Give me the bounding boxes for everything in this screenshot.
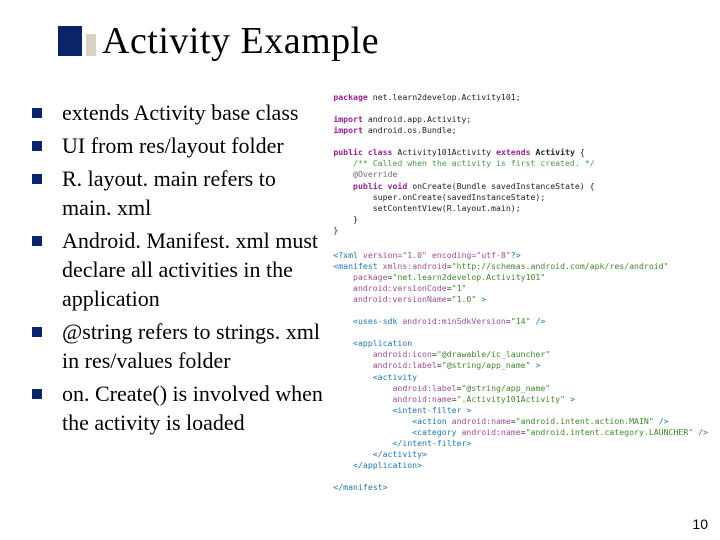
xml-tag: <intent-filter	[392, 405, 461, 415]
code-line: super.onCreate(savedInstanceState);	[373, 192, 546, 202]
xml-tag: ?>	[511, 250, 521, 260]
bullet-list: extends Activity base class UI from res/…	[32, 98, 325, 437]
xml-value: "android.intent.action.MAIN"	[516, 416, 654, 426]
xml-attr: android:name	[462, 427, 521, 437]
xml-attr: package	[353, 272, 388, 282]
xml-attr: android:name	[452, 416, 511, 426]
xml-value: "net.learn2develop.Activity101"	[392, 272, 545, 282]
xml-tag: <category	[412, 427, 456, 437]
xml-tag: </manifest>	[333, 482, 387, 492]
xml-value: "14"	[511, 316, 531, 326]
xml-tag: >	[481, 294, 486, 304]
xml-attr: android:label	[373, 360, 437, 370]
xml-value: "@drawable/ic_launcher"	[437, 349, 550, 359]
import-line: android.app.Activity;	[368, 114, 472, 124]
super-class: Activity	[535, 147, 574, 157]
keyword: extends	[496, 147, 531, 157]
import-line: android.os.Bundle;	[368, 125, 457, 135]
list-item: R. layout. main refers to main. xml	[32, 164, 325, 222]
xml-tag: >	[535, 360, 540, 370]
xml-tag: />	[693, 427, 708, 437]
xml-value: ".Activity101Activity"	[457, 394, 565, 404]
xml-tag: </activity>	[373, 449, 427, 459]
comment: /** Called when the activity is first cr…	[353, 158, 595, 168]
page-number: 10	[692, 516, 708, 532]
slide: Activity Example extends Activity base c…	[0, 0, 720, 540]
keyword: public class	[333, 147, 392, 157]
xml-value: "http://schemas.android.com/apk/res/andr…	[452, 261, 669, 271]
xml-attr: android:name	[392, 394, 451, 404]
list-item: UI from res/layout folder	[32, 131, 325, 160]
xml-tag: />	[654, 416, 669, 426]
bullet-column: extends Activity base class UI from res/…	[10, 92, 331, 510]
keyword: public void	[353, 181, 407, 191]
xml-tag: >	[570, 394, 575, 404]
code-line: setContentView(R.layout.main);	[373, 203, 521, 213]
keyword: package	[333, 92, 368, 102]
xml-tag: />	[531, 316, 546, 326]
annotation: @Override	[353, 169, 397, 179]
code-line: }	[353, 214, 358, 224]
xml-attr: android:versionName	[353, 294, 447, 304]
title-area: Activity Example	[58, 22, 700, 62]
class-name: Activity101Activity	[397, 147, 491, 157]
list-item: @string refers to strings. xml in res/va…	[32, 317, 325, 375]
xml-attr: xmlns:android	[383, 261, 447, 271]
xml-tag: >	[466, 405, 471, 415]
xml-tag: <manifest	[333, 261, 377, 271]
keyword: import	[333, 125, 363, 135]
xml-value: "android.intent.category.LAUNCHER"	[526, 427, 694, 437]
code-column: package net.learn2develop.Activity101; i…	[331, 92, 710, 510]
title-accent2-icon	[86, 34, 96, 56]
xml-tag: </intent-filter>	[392, 438, 471, 448]
list-item: Android. Manifest. xml must declare all …	[32, 226, 325, 313]
xml-attr: android:versionCode	[353, 283, 447, 293]
xml-attr: android:icon	[373, 349, 432, 359]
body-columns: extends Activity base class UI from res/…	[10, 92, 710, 510]
xml-tag: <activity	[373, 372, 417, 382]
xml-value: "1.0"	[452, 294, 477, 304]
xml-value: "@string/app_name"	[462, 383, 551, 393]
xml-attr: android:minSdkVersion	[402, 316, 506, 326]
java-code: package net.learn2develop.Activity101; i…	[333, 92, 708, 236]
code-line: }	[333, 225, 338, 235]
xml-value: "@string/app_name"	[442, 360, 531, 370]
list-item: extends Activity base class	[32, 98, 325, 127]
slide-title: Activity Example	[102, 22, 700, 62]
xml-tag: <application	[353, 338, 412, 348]
xml-attr: version="1.0" encoding="utf-8"	[358, 250, 511, 260]
package-name: net.learn2develop.Activity101;	[373, 92, 521, 102]
keyword: import	[333, 114, 363, 124]
xml-tag: <?xml	[333, 250, 358, 260]
xml-attr: android:label	[392, 383, 456, 393]
xml-tag: <action	[412, 416, 447, 426]
xml-code: <?xml version="1.0" encoding="utf-8"?> <…	[333, 250, 708, 493]
title-accent-icon	[58, 26, 82, 56]
list-item: on. Create() is involved when the activi…	[32, 379, 325, 437]
xml-value: "1"	[452, 283, 467, 293]
xml-tag: <uses-sdk	[353, 316, 397, 326]
method-name: onCreate(Bundle savedInstanceState) {	[412, 181, 594, 191]
xml-tag: </application>	[353, 460, 422, 470]
